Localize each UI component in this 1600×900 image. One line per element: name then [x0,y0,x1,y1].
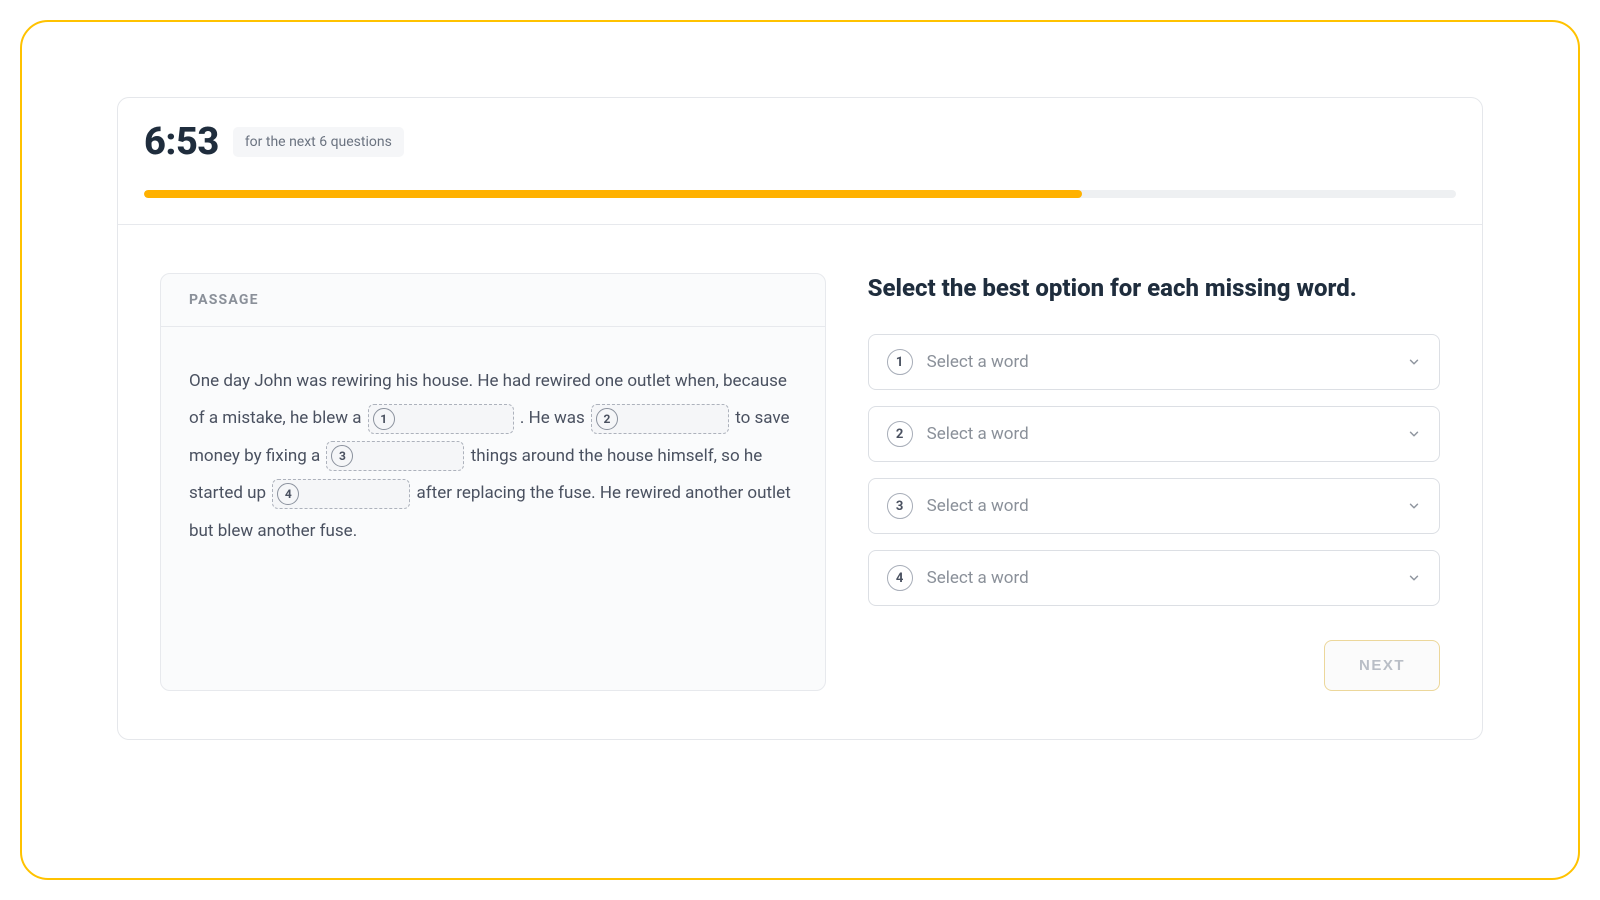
select-placeholder: Select a word [927,568,1393,588]
footer-row: NEXT [868,640,1440,691]
blank-number: 1 [373,408,395,430]
blank-2: 2 [591,404,729,434]
select-word-3[interactable]: 3 Select a word [868,478,1440,534]
instruction-text: Select the best option for each missing … [868,273,1440,304]
chevron-down-icon [1407,355,1421,369]
content-row: PASSAGE One day John was rewiring his ho… [118,225,1482,739]
blank-number: 2 [596,408,618,430]
select-number: 3 [887,493,913,519]
select-number: 2 [887,421,913,447]
chevron-down-icon [1407,427,1421,441]
select-list: 1 Select a word 2 Select a word 3 Select… [868,334,1440,606]
passage-segment: . He was [520,408,589,428]
select-number: 1 [887,349,913,375]
blank-number: 3 [331,445,353,467]
timer-value: 6:53 [144,120,219,164]
progress-fill [144,190,1082,198]
chevron-down-icon [1407,499,1421,513]
blank-3: 3 [326,441,464,471]
blank-number: 4 [277,483,299,505]
passage-panel: PASSAGE One day John was rewiring his ho… [160,273,826,691]
select-word-4[interactable]: 4 Select a word [868,550,1440,606]
select-word-1[interactable]: 1 Select a word [868,334,1440,390]
select-placeholder: Select a word [927,424,1393,444]
select-placeholder: Select a word [927,352,1393,372]
blank-4: 4 [272,479,410,509]
passage-body: One day John was rewiring his house. He … [161,327,825,578]
chevron-down-icon [1407,571,1421,585]
outer-frame: 6:53 for the next 6 questions PASSAGE On… [20,20,1580,880]
progress-track [144,190,1456,198]
card-header: 6:53 for the next 6 questions [118,98,1482,164]
select-number: 4 [887,565,913,591]
answer-panel: Select the best option for each missing … [868,273,1440,691]
passage-label: PASSAGE [161,274,825,327]
progress-container [118,164,1482,198]
select-word-2[interactable]: 2 Select a word [868,406,1440,462]
timer-note: for the next 6 questions [233,127,404,157]
next-button[interactable]: NEXT [1324,640,1440,691]
quiz-card: 6:53 for the next 6 questions PASSAGE On… [117,97,1483,740]
select-placeholder: Select a word [927,496,1393,516]
blank-1: 1 [368,404,514,434]
